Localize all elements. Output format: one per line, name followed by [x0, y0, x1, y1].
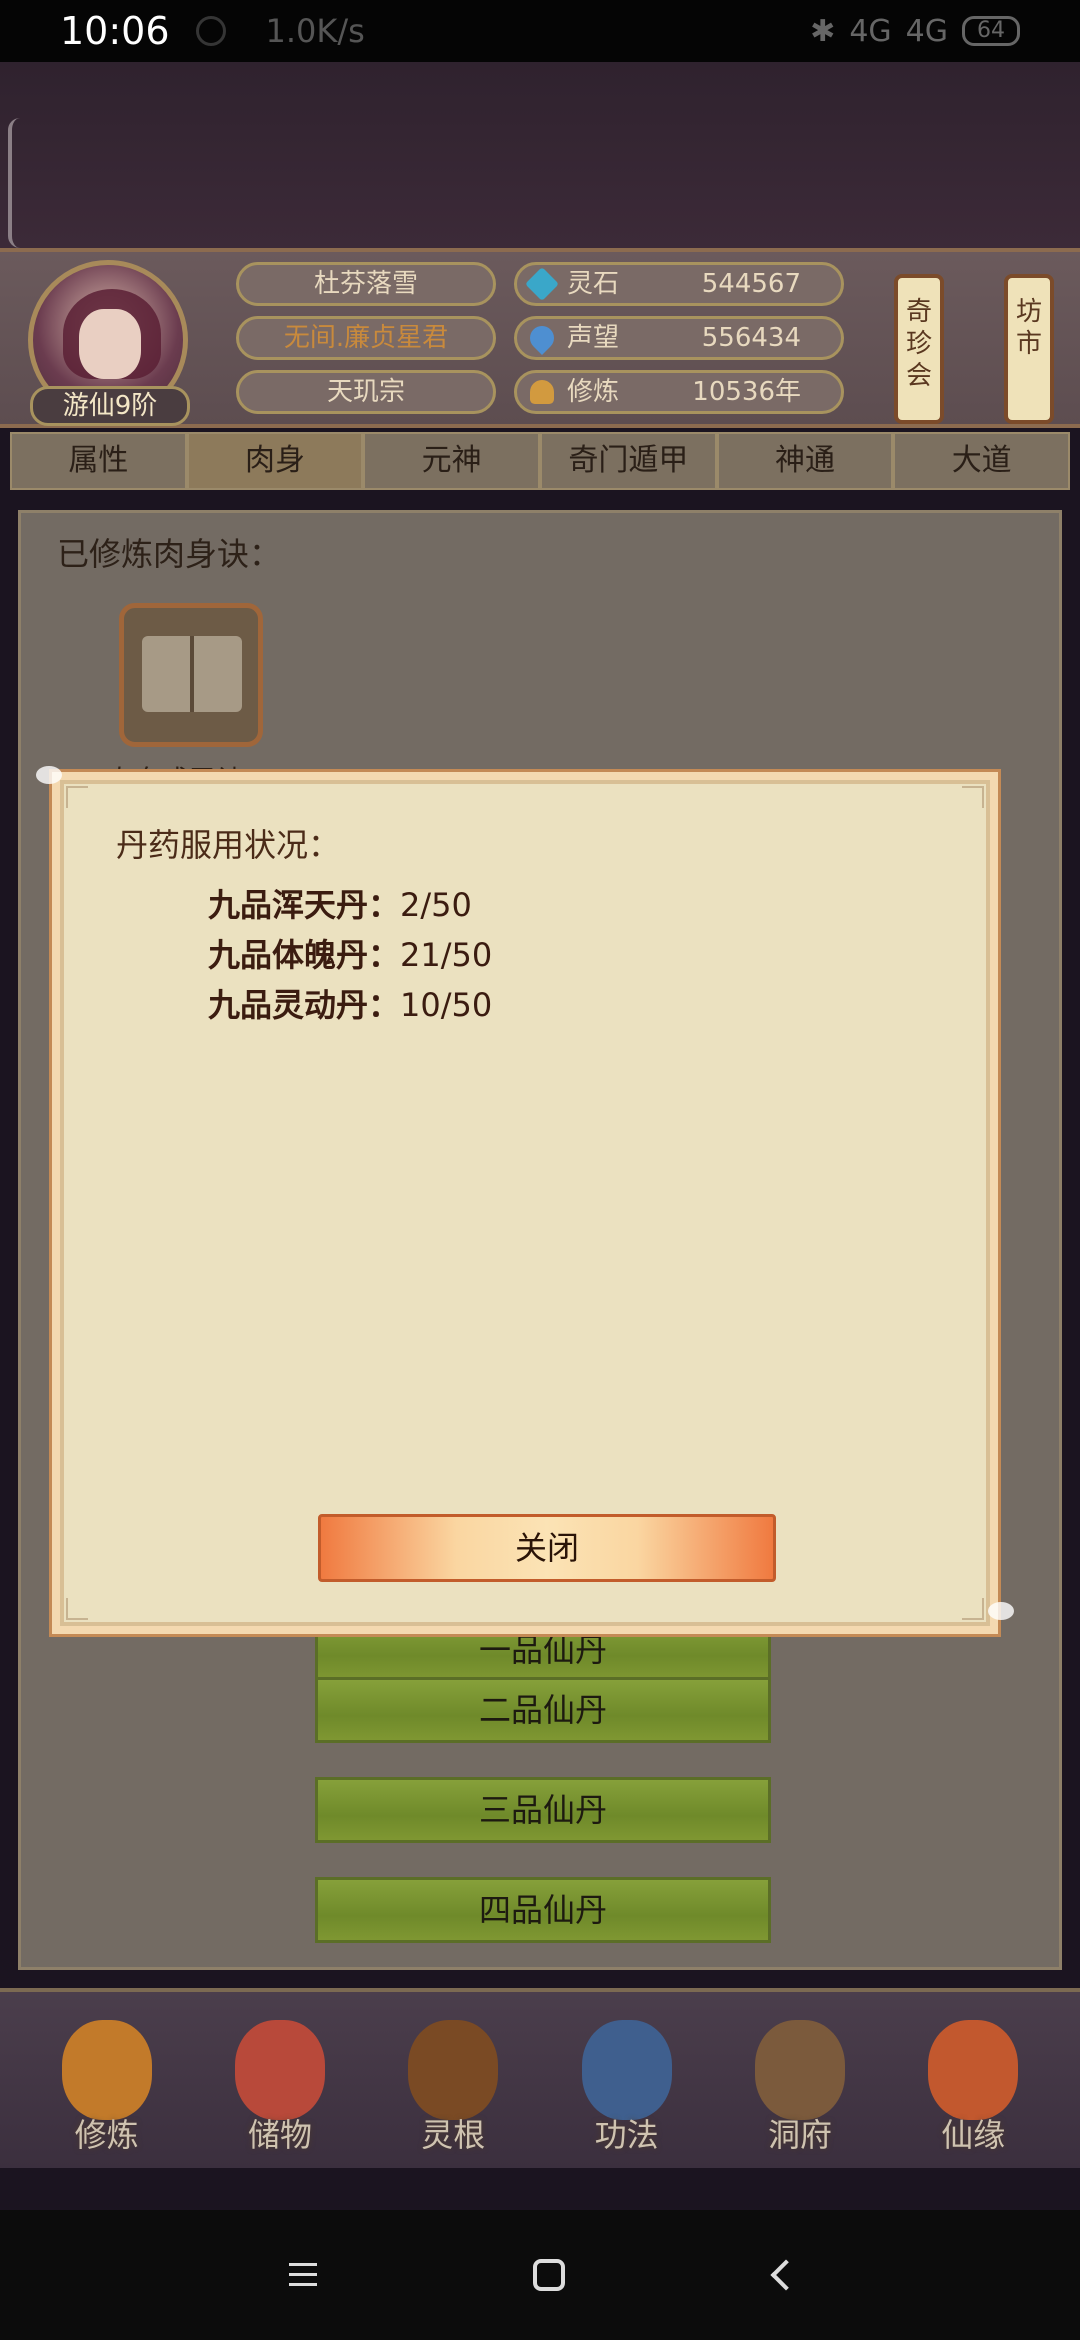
home-icon[interactable]: [533, 2259, 565, 2291]
book-spine: [190, 636, 194, 712]
corner-ornament: [66, 1598, 88, 1620]
list-item: 九品体魄丹：21/50: [208, 930, 492, 980]
cave-mansion-icon: [754, 2020, 845, 2120]
system-nav-bar: [0, 2210, 1080, 2340]
status-bar: 10:06 1.0K/s ✱ 4G 4G 64: [0, 0, 1080, 62]
pill-list: 九品浑天丹：2/50 九品体魄丹：21/50 九品灵动丹：10/50: [208, 880, 492, 1030]
menu-icon[interactable]: [283, 2255, 323, 2295]
player-name: 杜芬落雪: [236, 262, 496, 306]
sect-name: 天玑宗: [236, 370, 496, 414]
tab-bar: 属性 肉身 元神 奇门遁甲 神通 大道: [10, 432, 1071, 490]
nav-cultivate[interactable]: 修炼: [32, 2000, 182, 2160]
pill-count: 10/50: [400, 986, 493, 1024]
pill-count: 21/50: [400, 936, 493, 974]
player-title: 无间.廉贞星君: [236, 316, 496, 360]
cultivation-icon: [530, 380, 554, 404]
tab-attributes[interactable]: 属性: [10, 432, 187, 490]
stat-cultivation: 修炼 10536年: [514, 370, 844, 414]
butterfly-icon: [988, 1602, 1014, 1620]
network-speed: 1.0K/s: [265, 12, 365, 50]
stat-prestige: 声望 556434: [514, 316, 844, 360]
nav-cave[interactable]: 洞府: [725, 2000, 875, 2160]
status-icons: ✱ 4G 4G 64: [810, 14, 1020, 49]
corner-ornament: [66, 786, 88, 808]
stat-label: 修炼: [567, 377, 620, 407]
tab-soul[interactable]: 元神: [363, 432, 541, 490]
list-item: 九品浑天丹：2/50: [208, 880, 492, 930]
back-icon[interactable]: [770, 2259, 802, 2291]
tab-qimen[interactable]: 奇门遁甲: [540, 432, 717, 490]
tab-dao[interactable]: 大道: [893, 432, 1071, 490]
pill-grade-2-button[interactable]: 二品仙丹: [315, 1677, 771, 1743]
nav-storage[interactable]: 储物: [205, 2000, 355, 2160]
market-button[interactable]: 坊市: [1004, 274, 1054, 424]
nav-label: 仙缘: [941, 2116, 1006, 2154]
pill-grade-3-button[interactable]: 三品仙丹: [315, 1777, 771, 1843]
spirit-root-icon: [408, 2020, 499, 2120]
pill-count: 2/50: [400, 886, 472, 924]
technique-book-icon: [581, 2020, 672, 2120]
signal-1: 4G: [849, 13, 892, 49]
list-item: 九品灵动丹：10/50: [208, 980, 492, 1030]
dialog-title: 丹药服用状况：: [116, 826, 341, 864]
tab-body[interactable]: 肉身: [186, 432, 364, 490]
realm-badge: 游仙9阶: [30, 386, 190, 426]
pill-name: 九品浑天丹：: [208, 886, 401, 924]
nav-label: 功法: [594, 2116, 659, 2154]
stat-value: 544567: [701, 269, 801, 299]
stat-spirit-stone: 灵石 544567: [514, 262, 844, 306]
corner-ornament: [962, 786, 984, 808]
prestige-icon: [525, 321, 559, 355]
nav-label: 修炼: [74, 2116, 139, 2154]
nav-label: 灵根: [421, 2116, 486, 2154]
nav-techniques[interactable]: 功法: [552, 2000, 702, 2160]
cultivate-icon: [61, 2020, 152, 2120]
stat-value: 10536年: [692, 377, 801, 407]
clock: 10:06: [60, 9, 170, 53]
stat-label: 声望: [567, 323, 620, 353]
battery-icon: 64: [962, 16, 1020, 46]
book-icon[interactable]: [119, 603, 263, 747]
corner-ornament: [962, 1598, 984, 1620]
bottom-nav: 修炼 储物 灵根 功法 洞府 仙缘: [0, 1988, 1080, 2168]
pill-name: 九品体魄丹：: [208, 936, 401, 974]
pill-status-dialog: 丹药服用状况： 九品浑天丹：2/50 九品体魄丹：21/50 九品灵动丹：10/…: [49, 769, 1001, 1637]
bluetooth-icon: ✱: [810, 13, 836, 49]
alarm-icon: [195, 16, 226, 46]
nav-label: 储物: [247, 2116, 312, 2154]
hook-decoration: [8, 118, 20, 248]
nav-spirit-root[interactable]: 灵根: [378, 2000, 528, 2160]
pill-name: 九品灵动丹：: [208, 986, 401, 1024]
butterfly-icon: [36, 766, 62, 784]
profile-header: 游仙9阶 杜芬落雪 无间.廉贞星君 天玑宗 灵石 544567 声望 55643…: [0, 248, 1080, 428]
top-backdrop: [0, 62, 1080, 248]
nav-label: 洞府: [767, 2116, 832, 2154]
storage-bag-icon: [234, 2020, 325, 2120]
signal-2: 4G: [905, 13, 948, 49]
avatar-face: [79, 309, 141, 379]
stat-value: 556434: [701, 323, 801, 353]
tab-divine-power[interactable]: 神通: [716, 432, 894, 490]
stat-label: 灵石: [567, 269, 620, 299]
nav-fate[interactable]: 仙缘: [898, 2000, 1048, 2160]
gourd-icon: [928, 2020, 1019, 2120]
close-button[interactable]: 关闭: [318, 1514, 776, 1582]
treasure-auction-button[interactable]: 奇珍会: [894, 274, 944, 424]
section-title: 已修炼肉身诀：: [57, 535, 282, 573]
spirit-stone-icon: [525, 267, 559, 301]
pill-grade-4-button[interactable]: 四品仙丹: [315, 1877, 771, 1943]
